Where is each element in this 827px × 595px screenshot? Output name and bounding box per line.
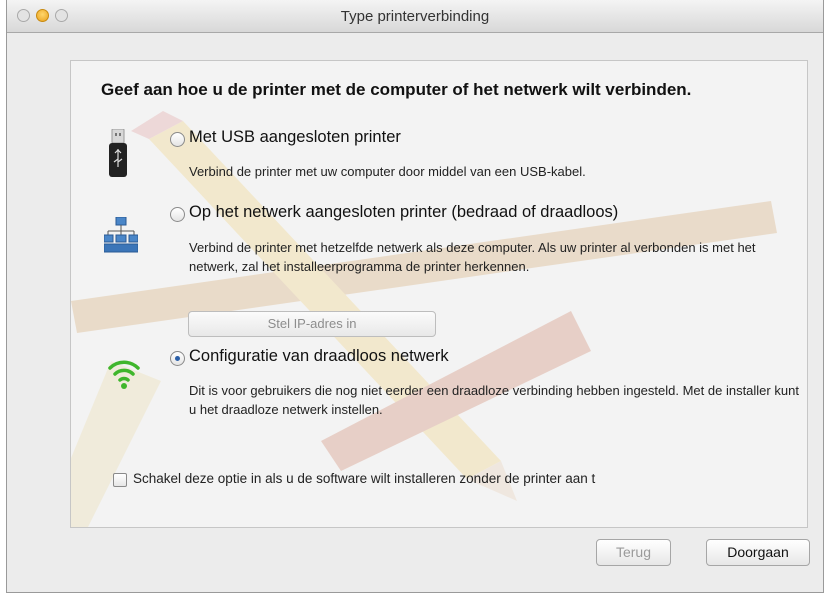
network-icon [104, 217, 138, 253]
install-without-printer-checkbox[interactable] [113, 473, 127, 487]
back-button[interactable]: Terug [596, 539, 671, 566]
usb-icon [109, 129, 127, 177]
continue-button[interactable]: Doorgaan [706, 539, 810, 566]
wifi-icon [108, 360, 140, 389]
instruction-heading: Geef aan hoe u de printer met de compute… [101, 80, 692, 99]
installer-window: Type printerverbinding Geef aan hoe u de… [6, 0, 824, 593]
network-option-label[interactable]: Op het netwerk aangesloten printer (bedr… [189, 203, 618, 222]
set-ip-address-button[interactable]: Stel IP-adres in [188, 311, 436, 337]
wireless-option-description: Dit is voor gebruikers die nog niet eerd… [189, 383, 799, 417]
wireless-option-label[interactable]: Configuratie van draadloos netwerk [189, 347, 449, 366]
wireless-option-radio[interactable] [170, 351, 185, 366]
network-option-description: Verbind de printer met hetzelfde netwerk… [189, 240, 756, 274]
network-option-radio[interactable] [170, 207, 185, 222]
window-title: Type printerverbinding [340, 8, 490, 25]
install-without-printer-label[interactable]: Schakel deze optie in als u de software … [133, 471, 595, 486]
options-panel: Geef aan hoe u de printer met de compute… [70, 60, 808, 528]
usb-option-description: Verbind de printer met uw computer door … [189, 164, 586, 179]
usb-option-radio[interactable] [170, 132, 185, 147]
title-bar: Type printerverbinding [7, 0, 823, 33]
background-pencil-ruler-illustration [71, 111, 777, 527]
usb-option-label[interactable]: Met USB aangesloten printer [189, 128, 401, 147]
